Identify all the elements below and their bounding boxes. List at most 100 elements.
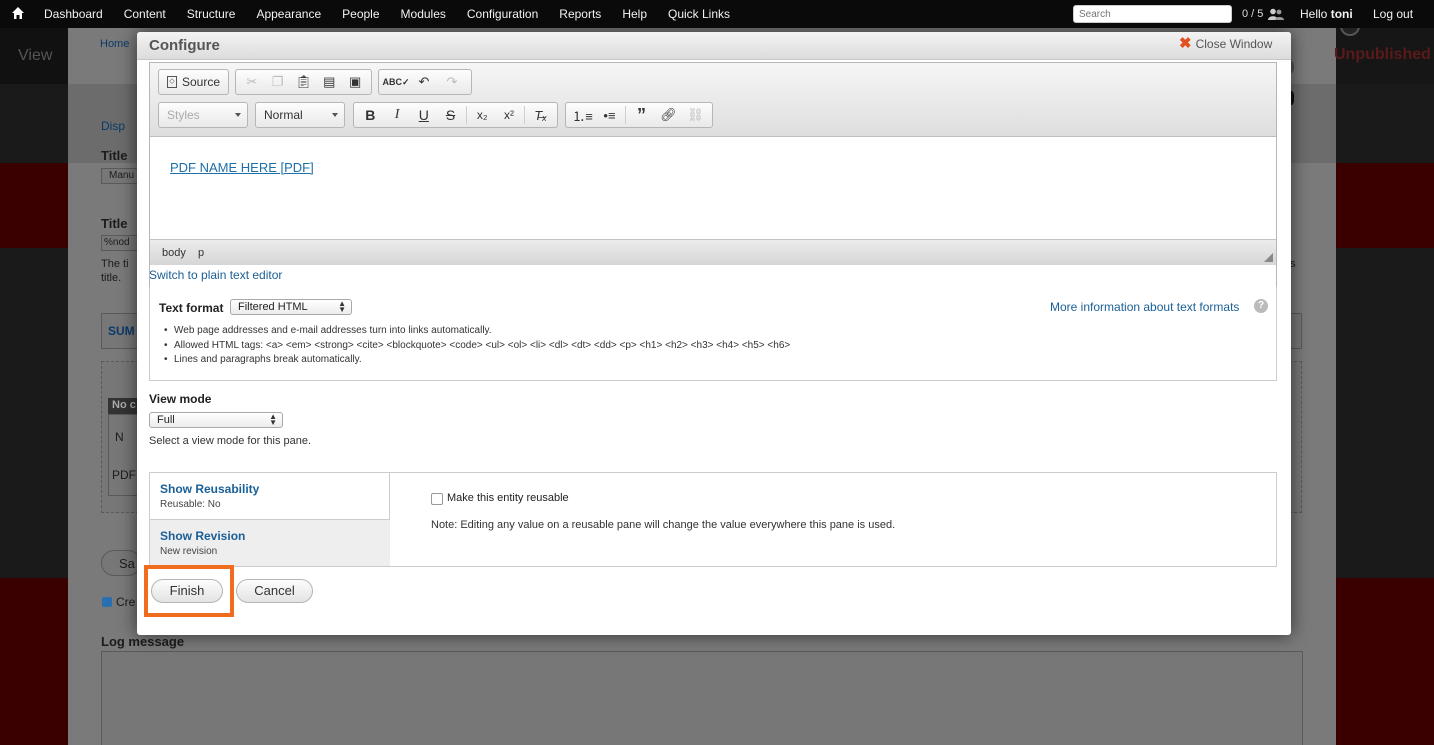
more-info-text-formats-link[interactable]: More information about text formats	[1050, 300, 1239, 314]
editor-toolbar: ◇ Source ✂ ❐ 📋︎ ▤ ▣ ABC✓ ↶ ↷ Styles Norm…	[150, 63, 1276, 137]
view-mode-description: Select a view mode for this pane.	[149, 435, 312, 447]
bg-pane-n: N	[115, 430, 124, 444]
path-p[interactable]: p	[198, 247, 204, 259]
source-button[interactable]: ◇ Source	[162, 71, 225, 93]
bg-log-message-label: Log message	[101, 634, 185, 649]
finish-button[interactable]: Finish	[151, 579, 223, 603]
tab-show-reusability[interactable]: Show Reusability Reusable: No	[150, 473, 390, 520]
logout-link[interactable]: Log out	[1373, 0, 1413, 28]
menu-item-dashboard[interactable]: Dashboard	[44, 0, 103, 28]
rich-text-editor: ◇ Source ✂ ❐ 📋︎ ▤ ▣ ABC✓ ↶ ↷ Styles Norm…	[149, 62, 1277, 296]
bg-save-text: Sa	[119, 556, 135, 571]
styles-dropdown-icon	[235, 113, 241, 117]
menu-item-content[interactable]: Content	[124, 0, 166, 28]
tab-show-revision[interactable]: Show Revision New revision	[150, 519, 390, 566]
source-group: ◇ Source	[158, 69, 229, 95]
remove-format-icon[interactable]: T̶ₓ	[527, 104, 554, 126]
vertical-tabs: Show Reusability Reusable: No Show Revis…	[149, 472, 1277, 567]
bg-checkbox-label: Cre	[116, 595, 136, 609]
menu-item-help[interactable]: Help	[622, 0, 647, 28]
bg-display-legend: Disp	[101, 119, 126, 133]
pdf-link[interactable]: PDF NAME HERE [PDF]	[170, 160, 314, 175]
paste-text-icon[interactable]: ▤	[316, 71, 342, 93]
format-combo-label: Normal	[264, 108, 303, 122]
menu-item-people[interactable]: People	[342, 0, 379, 28]
paste-word-icon[interactable]: ▣	[342, 71, 368, 93]
paste-icon[interactable]: 📋︎	[291, 71, 317, 93]
view-mode-select[interactable]: Full ▲ ▼	[149, 412, 283, 428]
lists-links-group: ⒈≡ •≡ ” 🔗︎ ⛓︎	[565, 102, 713, 128]
tab-summary: New revision	[160, 546, 218, 557]
menu-item-quick-links[interactable]: Quick Links	[668, 0, 730, 28]
strikethrough-icon[interactable]: S	[437, 104, 464, 126]
editor-statusbar: body p	[150, 239, 1276, 265]
greeting: Hello toni	[1300, 0, 1353, 28]
superscript-icon[interactable]: x²	[496, 104, 523, 126]
toolbar-separator	[465, 106, 467, 124]
underline-icon[interactable]: U	[410, 104, 437, 126]
cancel-button[interactable]: Cancel	[236, 579, 313, 603]
switch-to-plain-text-link[interactable]: Switch to plain text editor	[149, 268, 282, 282]
format-tips-list: Web page addresses and e-mail addresses …	[164, 324, 790, 368]
link-icon[interactable]: 🔗︎	[655, 104, 682, 126]
username[interactable]: toni	[1331, 7, 1353, 21]
tab-title: Show Revision	[160, 529, 246, 543]
bold-icon[interactable]: B	[357, 104, 384, 126]
source-icon: ◇	[166, 76, 177, 88]
undo-icon[interactable]: ↶	[410, 71, 438, 93]
clipboard-group: ✂ ❐ 📋︎ ▤ ▣	[235, 69, 372, 95]
spellcheck-icon[interactable]: ABC✓	[382, 71, 410, 93]
editor-content-area[interactable]: PDF NAME HERE [PDF]	[150, 138, 1276, 238]
unlink-icon[interactable]: ⛓︎	[682, 104, 709, 126]
reusable-checkbox[interactable]	[431, 493, 443, 505]
format-tip: Lines and paragraphs break automatically…	[164, 353, 790, 368]
bg-save-button: Sa	[101, 550, 141, 576]
text-format-select[interactable]: Filtered HTML ▲ ▼	[230, 299, 352, 315]
modal-header: Configure ✖ Close Window	[137, 32, 1291, 60]
bg-view-tab: View	[18, 47, 53, 64]
search-input[interactable]	[1073, 5, 1232, 23]
cut-icon[interactable]: ✂	[239, 71, 265, 93]
admin-menu: Dashboard Content Structure Appearance P…	[44, 0, 751, 28]
tab-summary: Reusable: No	[160, 499, 221, 510]
subscript-icon[interactable]: x₂	[469, 104, 496, 126]
bg-checkbox	[102, 597, 112, 607]
menu-item-appearance[interactable]: Appearance	[256, 0, 321, 28]
menu-item-modules[interactable]: Modules	[401, 0, 446, 28]
numbered-list-icon[interactable]: ⒈≡	[569, 104, 596, 126]
menu-item-structure[interactable]: Structure	[187, 0, 236, 28]
format-tip: Allowed HTML tags: <a> <em> <strong> <ci…	[164, 339, 790, 354]
select-arrows-icon: ▲ ▼	[269, 412, 277, 427]
reusable-note: Note: Editing any value on a reusable pa…	[431, 519, 896, 531]
italic-icon[interactable]: I	[384, 104, 411, 126]
bg-title-label-2: Title	[101, 216, 128, 231]
view-mode-select-value: Full	[157, 414, 175, 426]
redo-icon[interactable]: ↷	[438, 71, 466, 93]
bg-log-message-area	[101, 651, 1303, 745]
home-icon[interactable]	[11, 6, 25, 20]
bg-title-input-text: %nod	[104, 237, 130, 248]
select-arrows-icon: ▲ ▼	[338, 299, 346, 314]
bg-title-label-1: Title	[101, 148, 128, 163]
menu-item-configuration[interactable]: Configuration	[467, 0, 538, 28]
path-body[interactable]: body	[162, 247, 186, 259]
bg-desc-1: The ti	[101, 258, 129, 270]
help-icon[interactable]: ?	[1254, 299, 1268, 313]
format-combo[interactable]: Normal	[255, 102, 345, 128]
admin-toolbar: Dashboard Content Structure Appearance P…	[0, 0, 1434, 28]
bulleted-list-icon[interactable]: •≡	[596, 104, 623, 126]
reusable-checkbox-label[interactable]: Make this entity reusable	[447, 492, 569, 504]
modal-title: Configure	[149, 37, 220, 54]
styles-combo[interactable]: Styles	[158, 102, 248, 128]
format-tip: Web page addresses and e-mail addresses …	[164, 324, 790, 339]
close-window-button[interactable]: ✖ Close Window	[1179, 36, 1272, 51]
users-icon	[1268, 8, 1284, 20]
menu-item-reports[interactable]: Reports	[559, 0, 601, 28]
bg-select-text: Manu	[109, 170, 135, 181]
toolbar-separator	[524, 106, 526, 124]
copy-icon[interactable]: ❐	[265, 71, 291, 93]
text-format-fieldset: Text format Filtered HTML ▲ ▼ More inform…	[149, 287, 1277, 381]
toolbar-separator	[625, 106, 626, 124]
blockquote-icon[interactable]: ”	[628, 104, 655, 126]
resize-handle-icon[interactable]	[1264, 253, 1273, 262]
